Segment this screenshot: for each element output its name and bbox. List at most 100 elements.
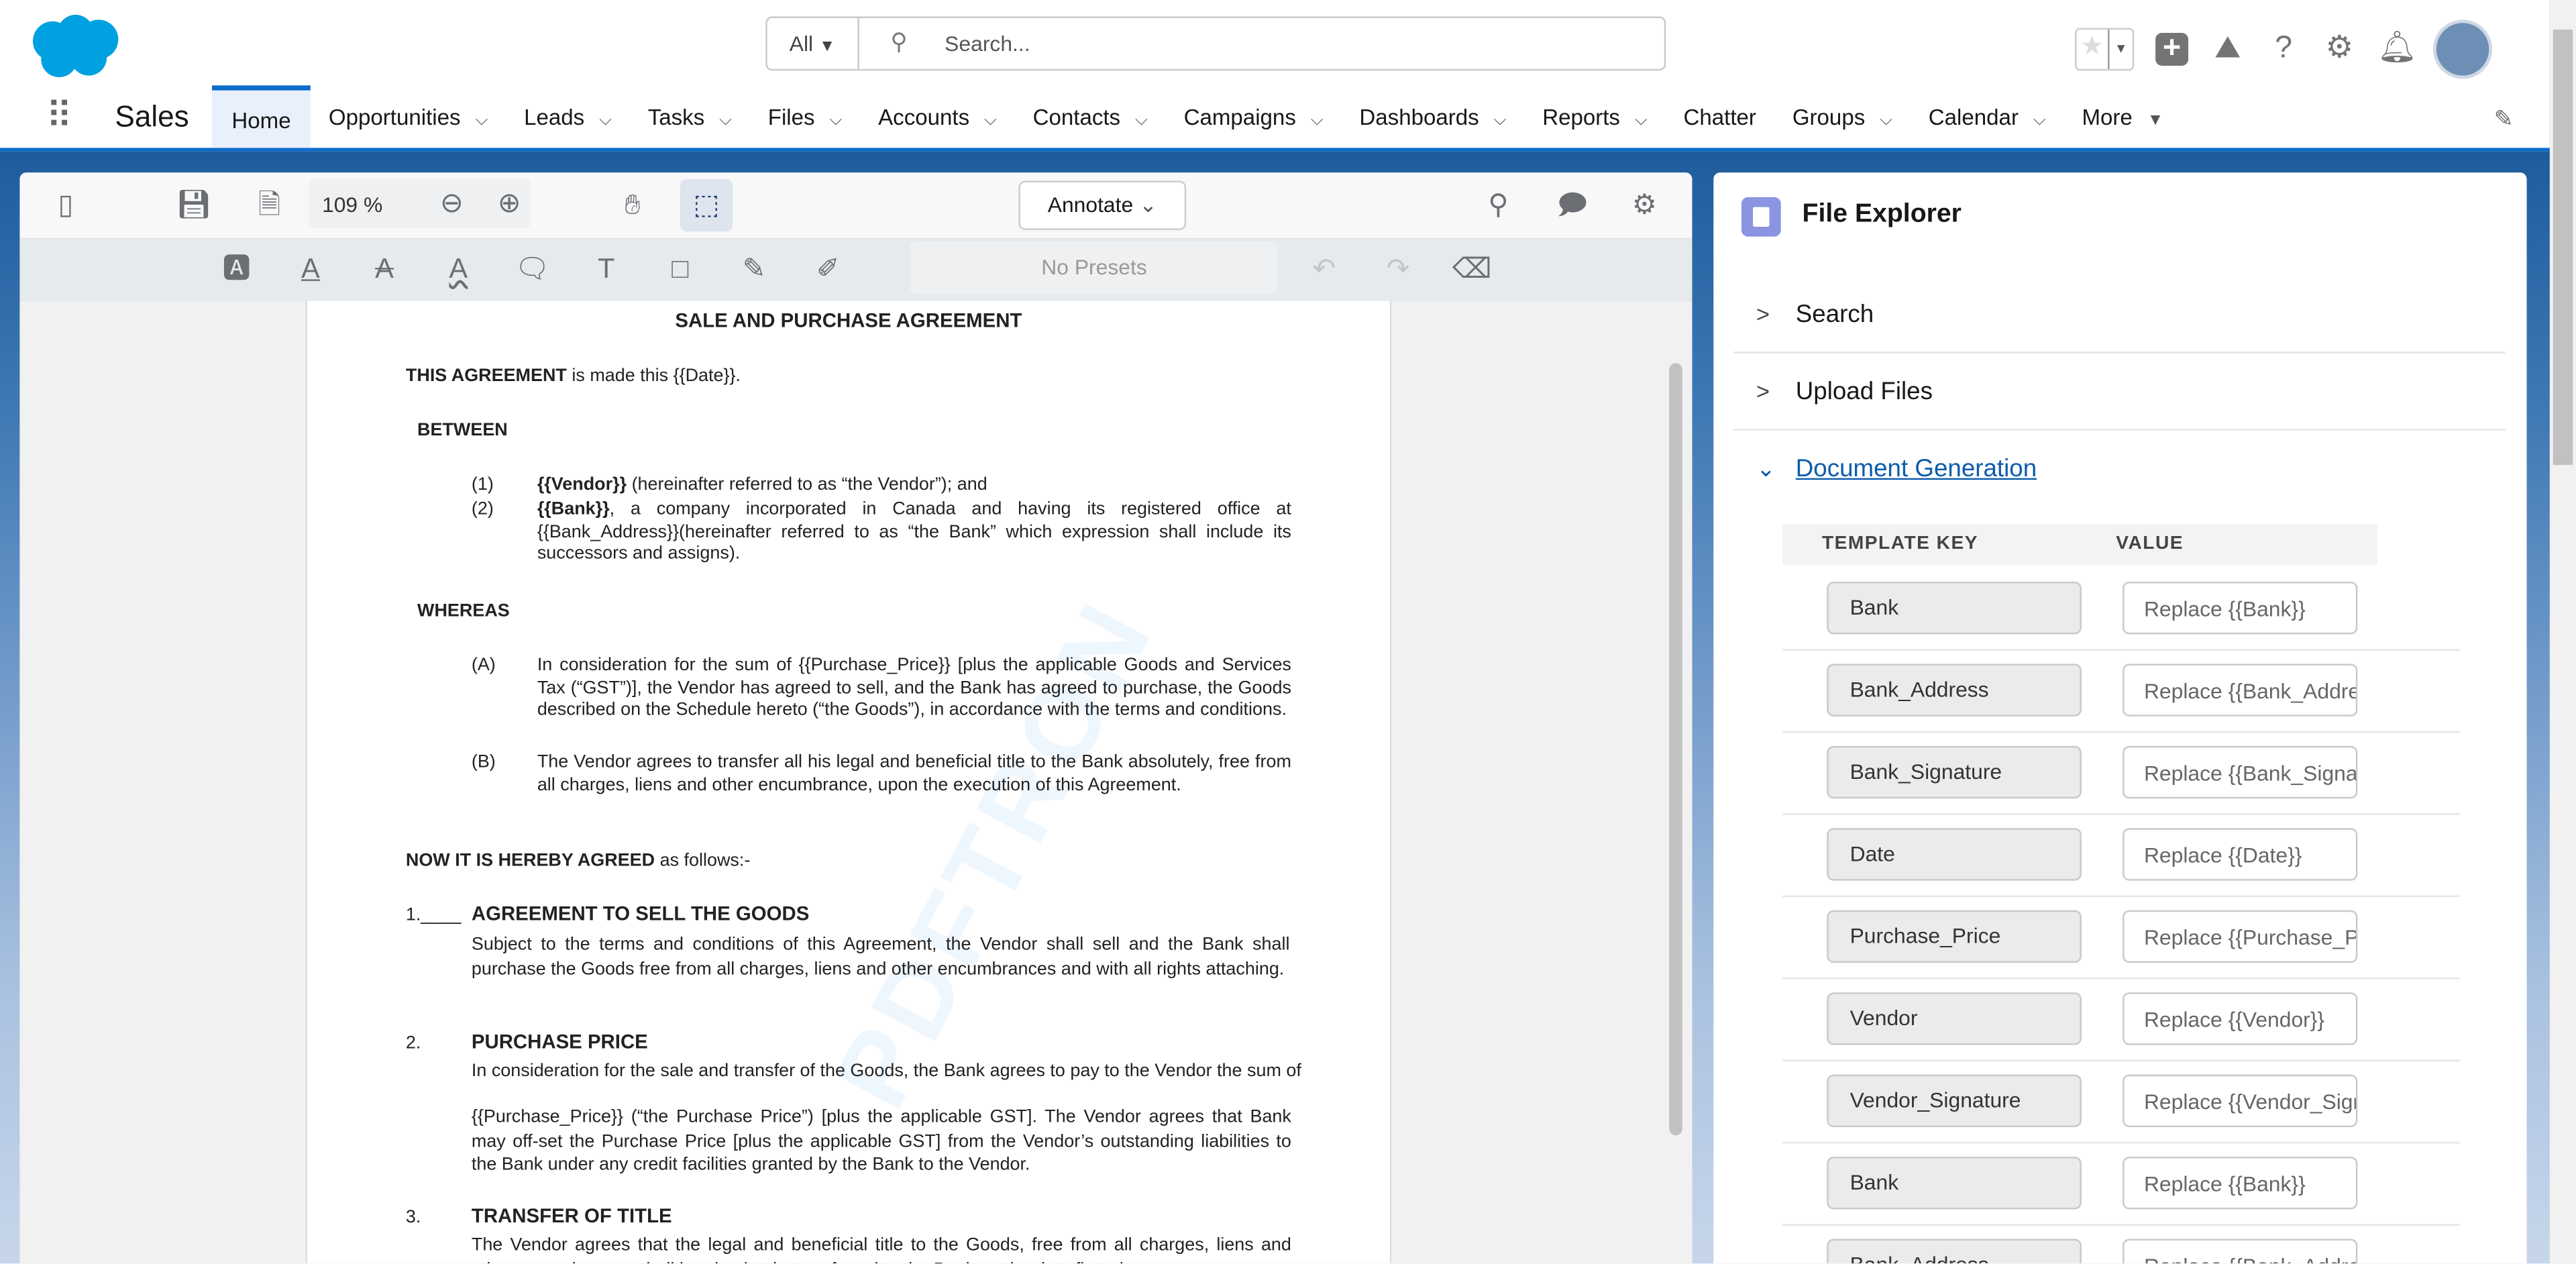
nav-tab-files[interactable]: Files ⌵ [750, 85, 860, 148]
nav-tab-reports[interactable]: Reports ⌵ [1524, 85, 1665, 148]
sidebar-toggle-icon[interactable]: ▯ [46, 186, 86, 225]
nav-tab-campaigns[interactable]: Campaigns ⌵ [1166, 85, 1342, 148]
comment-note-icon[interactable]: 🗨 [513, 250, 552, 289]
chevron-down-icon[interactable]: ▼ [2147, 112, 2163, 130]
help-icon[interactable]: ? [2265, 32, 2302, 68]
gear-icon[interactable]: ⚙ [2321, 32, 2357, 68]
table-row: Bank_Signature Replace {{Bank_Signature}} [1782, 731, 2460, 815]
redo-icon[interactable]: ↷ [1379, 250, 1418, 289]
search-scope-dropdown[interactable]: All ▼ [767, 17, 859, 69]
pen-icon[interactable]: ✎ [735, 250, 774, 289]
chevron-down-icon[interactable]: ⌵ [599, 112, 612, 130]
presets-dropdown[interactable]: No Presets [910, 242, 1279, 295]
app-launcher-icon[interactable]: ⠿ [0, 95, 115, 138]
annotation-toolbar: 🅰︎ A A A 🗨 T □ ✎ ✐ No Presets ↶ ↷ ⌫ [19, 238, 1693, 301]
table-row: Bank Replace {{Bank}} [1782, 1142, 2460, 1226]
nav-tab-chatter[interactable]: Chatter [1666, 85, 1774, 148]
chevron-down-icon[interactable]: ⌵ [1635, 112, 1648, 130]
nav-tab-more[interactable]: More ▼ [2064, 85, 2182, 148]
value-input[interactable]: Replace {{Bank_Address}} [2123, 1239, 2358, 1264]
template-key-field: Vendor [1827, 992, 2082, 1045]
template-key-field: Bank [1827, 1157, 2082, 1210]
rectangle-icon[interactable]: □ [660, 250, 700, 289]
trailhead-icon[interactable]: ⛰ [2210, 32, 2246, 68]
header-icons: ★ ▼ + ⛰ ? ⚙ 🔔︎ [2075, 19, 2493, 79]
doc-text: , a company incorporated in Canada and h… [537, 499, 1291, 564]
doc-heading: TRANSFER OF TITLE [471, 1204, 672, 1228]
nav-tab-tasks[interactable]: Tasks ⌵ [630, 85, 750, 148]
template-key-field: Date [1827, 828, 2082, 881]
nav-tab-accounts[interactable]: Accounts ⌵ [860, 85, 1015, 148]
value-input[interactable]: Replace {{Bank_Signature}} [2123, 745, 2358, 799]
nav-tab-groups[interactable]: Groups ⌵ [1774, 85, 1911, 148]
avatar[interactable] [2432, 19, 2493, 79]
zoom-level-dropdown[interactable]: 109 % [322, 193, 382, 217]
value-input[interactable]: Replace {{Date}} [2123, 828, 2358, 881]
add-icon[interactable]: + [2154, 32, 2190, 68]
doc-text: (2) [471, 499, 494, 519]
settings-gear-icon[interactable]: ⚙ [1625, 186, 1664, 225]
chevron-down-icon[interactable]: ⌵ [719, 112, 732, 130]
app-name: Sales [115, 99, 189, 133]
underline-icon[interactable]: A [290, 250, 330, 289]
nav-tab-leads[interactable]: Leads ⌵ [506, 85, 630, 148]
mode-dropdown[interactable]: Annotate ⌄ [1018, 180, 1187, 230]
accordion-upload-files[interactable]: > Upload Files [1733, 354, 2506, 431]
chevron-down-icon[interactable]: ⌵ [476, 112, 488, 130]
nav-tab-home[interactable]: Home [211, 85, 311, 148]
squiggly-icon[interactable]: A [439, 250, 478, 289]
global-search[interactable]: All ▼ ⚲ Search... [765, 16, 1666, 71]
chevron-down-icon[interactable]: ⌵ [830, 112, 843, 130]
value-input[interactable]: Replace {{Purchase_Price}} [2123, 910, 2358, 963]
template-key-field: Vendor_Signature [1827, 1074, 2082, 1128]
free-text-icon[interactable]: T [586, 250, 626, 289]
chevron-down-icon[interactable]: ⌵ [1135, 112, 1148, 130]
value-input[interactable]: Replace {{Bank}} [2123, 1157, 2358, 1210]
app-nav: ⠿ Sales Home Opportunities ⌵ Leads ⌵ Tasks ⌵ Fi… [0, 85, 2182, 148]
chevron-down-icon[interactable]: ⌵ [1311, 112, 1324, 130]
undo-icon[interactable]: ↶ [1305, 250, 1344, 289]
selection-icon[interactable]: ⬚ [680, 178, 733, 232]
search-input[interactable]: Search... [945, 18, 1030, 69]
viewer-scrollbar[interactable] [1669, 363, 1682, 1136]
salesforce-logo[interactable] [26, 11, 125, 81]
accordion-search[interactable]: > Search [1733, 276, 2506, 354]
comments-icon[interactable]: 🗩 [1552, 186, 1592, 225]
chevron-right-icon: > [1756, 301, 1770, 327]
text-select-icon[interactable]: 🅰︎ [217, 250, 256, 289]
panel-title: File Explorer [1802, 200, 1962, 229]
strikethrough-icon[interactable]: A [365, 250, 405, 289]
nav-tab-calendar[interactable]: Calendar ⌵ [1911, 85, 2064, 148]
search-icon[interactable]: ⚲ [1479, 186, 1518, 225]
favorites-button[interactable]: ★ ▼ [2075, 28, 2135, 71]
nav-tab-contacts[interactable]: Contacts ⌵ [1015, 85, 1166, 148]
save-icon[interactable]: 💾︎ [174, 186, 214, 225]
doc-text: 2. [405, 1033, 421, 1053]
zoom-out-icon[interactable]: ⊖ [432, 184, 472, 223]
nav-tab-opportunities[interactable]: Opportunities ⌵ [311, 85, 506, 148]
value-input[interactable]: Replace {{Bank_Address}} [2123, 664, 2358, 717]
chevron-down-icon[interactable]: ⌵ [1494, 112, 1507, 130]
doc-text: as follows:- [655, 851, 751, 871]
nav-tab-dashboards[interactable]: Dashboards ⌵ [1341, 85, 1524, 148]
value-input[interactable]: Replace {{Bank}} [2123, 581, 2358, 635]
edit-nav-pencil-icon[interactable]: ✎ [2494, 105, 2514, 134]
zoom-in-icon[interactable]: ⊕ [490, 184, 529, 223]
value-input[interactable]: Replace {{Vendor_Signature}} [2123, 1074, 2358, 1128]
highlighter-icon[interactable]: ✐ [808, 250, 848, 289]
doc-text: (1) [471, 474, 494, 495]
page-scrollbar[interactable] [2549, 0, 2576, 1264]
doc-title: SALE AND PURCHASE AGREEMENT [675, 309, 1022, 332]
chevron-down-icon[interactable]: ⌵ [1880, 112, 1892, 130]
chevron-down-icon[interactable]: ⌵ [984, 112, 997, 130]
template-key-field: Bank [1827, 581, 2082, 635]
accordion-document-generation[interactable]: ⌄ Document Generation [1733, 431, 2506, 507]
table-row: Bank_Address Replace {{Bank_Address}} [1782, 1224, 2459, 1264]
eraser-icon[interactable]: ⌫ [1452, 250, 1492, 289]
doc-text: (A) [471, 655, 496, 676]
bell-icon[interactable]: 🔔︎ [2377, 32, 2417, 68]
document-settings-icon[interactable]: 🗎 [250, 186, 289, 225]
value-input[interactable]: Replace {{Vendor}} [2123, 992, 2358, 1045]
chevron-down-icon[interactable]: ⌵ [2033, 112, 2046, 130]
pan-hand-icon[interactable]: ✋︎ [612, 186, 652, 225]
